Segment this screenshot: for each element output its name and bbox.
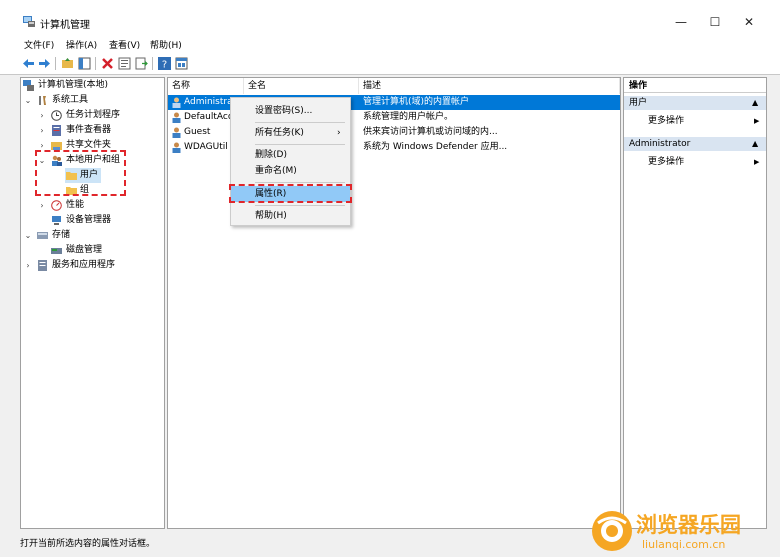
actions-pane: 操作 用户 ▲ 更多操作 ▶ Administrator ▲ 更多操作 ▶ — [623, 77, 767, 529]
services-apps-icon — [38, 260, 47, 271]
expanded-chevron-icon[interactable]: ⌄ — [23, 228, 33, 243]
menu-item-rename[interactable]: 重命名(M) — [231, 163, 350, 179]
submenu-arrow-icon: ▶ — [754, 117, 760, 125]
collapsed-chevron-icon[interactable]: › — [37, 108, 47, 123]
column-header-fullname[interactable]: 全名 — [244, 78, 359, 94]
back-arrow-icon[interactable] — [22, 57, 35, 70]
tree-item-disk-management[interactable]: 磁盘管理 — [23, 243, 163, 258]
action-group-administrator[interactable]: Administrator ▲ — [624, 137, 766, 151]
tree-item-device-manager[interactable]: 设备管理器 — [23, 213, 163, 228]
tree-label: 性能 — [66, 200, 85, 210]
device-manager-icon — [52, 216, 61, 225]
user-description: 供来宾访问计算机或访问域的内... — [363, 127, 498, 137]
tree-label: 任务计划程序 — [66, 110, 121, 120]
tree-item-storage[interactable]: ⌄ 存储 — [23, 228, 163, 243]
performance-icon — [51, 200, 62, 211]
action-more-actions-admin[interactable]: 更多操作 ▶ — [624, 155, 766, 170]
disk-management-icon — [51, 248, 62, 254]
collapsed-chevron-icon[interactable]: › — [37, 123, 47, 138]
tree-label: 计算机管理(本地) — [38, 80, 109, 90]
collapsed-chevron-icon[interactable]: › — [37, 198, 47, 213]
tree-item-task-scheduler[interactable]: › 任务计划程序 — [23, 108, 163, 123]
properties-icon[interactable] — [118, 57, 131, 70]
collapsed-chevron-icon[interactable]: › — [23, 258, 33, 273]
tree-item-computer-management[interactable]: 计算机管理(本地) — [23, 78, 163, 93]
menu-item-set-password[interactable]: 设置密码(S)... — [231, 103, 350, 119]
tree-label: 磁盘管理 — [66, 245, 103, 255]
collapse-arrow-icon[interactable]: ▲ — [752, 96, 758, 110]
tree-item-system-tools[interactable]: ⌄ 系统工具 — [23, 93, 163, 108]
submenu-arrow-icon: ▶ — [754, 158, 760, 166]
delete-icon[interactable] — [101, 57, 114, 70]
menu-item-all-tasks[interactable]: 所有任务(K) › — [231, 125, 350, 141]
highlight-box-properties — [229, 184, 352, 203]
menu-item-delete[interactable]: 删除(D) — [231, 147, 350, 163]
menu-view[interactable]: 查看(V) — [109, 38, 140, 54]
tree-label: 系统工具 — [52, 95, 89, 105]
highlight-box-local-users — [35, 150, 126, 196]
export-list-icon[interactable] — [135, 57, 148, 70]
action-group-label: Administrator — [629, 139, 691, 149]
watermark-title: 浏览器乐园 — [636, 513, 741, 537]
action-group-users[interactable]: 用户 ▲ — [624, 96, 766, 110]
submenu-arrow-icon: › — [337, 128, 341, 138]
svg-text:?: ? — [162, 60, 167, 71]
action-group-label: 用户 — [629, 98, 648, 108]
user-icon — [172, 127, 181, 138]
event-viewer-icon — [52, 125, 61, 136]
tree-label: 存储 — [52, 230, 71, 240]
minimize-button[interactable]: — — [664, 10, 698, 34]
navigation-tree: 计算机管理(本地) ⌄ 系统工具 › 任务计划程序 › 事件查看器 › 共享文件… — [20, 77, 165, 529]
watermark-logo: 浏览器乐园 liulanqi.com.cn — [590, 505, 775, 555]
system-tools-icon — [39, 96, 46, 105]
user-description: 管理计算机(域)的内置帐户 — [363, 97, 470, 107]
maximize-button[interactable]: ☐ — [698, 10, 732, 34]
computer-management-window: 计算机管理 — ☐ ✕ 文件(F) 操作(A) 查看(V) 帮助(H) ? 计算… — [0, 0, 780, 557]
show-hide-tree-icon[interactable] — [78, 57, 91, 70]
tree-item-event-viewer[interactable]: › 事件查看器 — [23, 123, 163, 138]
menu-help[interactable]: 帮助(H) — [150, 38, 182, 54]
view-console-icon[interactable] — [175, 57, 188, 70]
window-title: 计算机管理 — [40, 20, 90, 31]
user-icon — [172, 142, 181, 153]
user-icon — [172, 112, 181, 123]
title-bar: 计算机管理 — ☐ ✕ — [0, 0, 780, 38]
column-header-name[interactable]: 名称 — [168, 78, 244, 94]
forward-arrow-icon[interactable] — [38, 57, 51, 70]
computer-management-icon — [23, 16, 35, 27]
tree-item-services-apps[interactable]: › 服务和应用程序 — [23, 258, 163, 273]
action-label: 更多操作 — [648, 157, 685, 167]
tree-label: 服务和应用程序 — [52, 260, 116, 270]
menu-file[interactable]: 文件(F) — [24, 38, 54, 54]
tree-label: 事件查看器 — [66, 125, 112, 135]
user-icon — [172, 97, 181, 108]
menu-action[interactable]: 操作(A) — [66, 38, 97, 54]
toolbar: ? — [0, 54, 780, 75]
browser-logo-icon — [592, 511, 632, 551]
up-folder-icon[interactable] — [61, 57, 74, 70]
status-text: 打开当前所选内容的属性对话框。 — [20, 539, 156, 549]
column-header-description[interactable]: 描述 — [359, 78, 620, 94]
menu-item-help[interactable]: 帮助(H) — [231, 208, 350, 224]
storage-icon — [37, 232, 48, 239]
actions-header: 操作 — [624, 79, 766, 93]
expanded-chevron-icon[interactable]: ⌄ — [23, 93, 33, 108]
watermark-url: liulanqi.com.cn — [642, 538, 726, 551]
menu-bar: 文件(F) 操作(A) 查看(V) 帮助(H) — [0, 38, 780, 54]
user-description: 系统为 Windows Defender 应用... — [363, 142, 508, 152]
tree-item-performance[interactable]: › 性能 — [23, 198, 163, 213]
help-icon[interactable]: ? — [158, 57, 171, 70]
user-description: 系统管理的用户帐户。 — [363, 112, 454, 122]
close-button[interactable]: ✕ — [732, 10, 766, 34]
action-label: 更多操作 — [648, 116, 685, 126]
action-more-actions-users[interactable]: 更多操作 ▶ — [624, 114, 766, 129]
computer-management-icon — [23, 80, 34, 91]
collapse-arrow-icon[interactable]: ▲ — [752, 137, 758, 151]
menu-item-label: 所有任务(K) — [255, 128, 304, 138]
clock-icon — [51, 110, 62, 121]
tree-label: 设备管理器 — [66, 215, 112, 225]
context-menu: 设置密码(S)... 所有任务(K) › 删除(D) 重命名(M) 属性(R) … — [230, 97, 351, 226]
